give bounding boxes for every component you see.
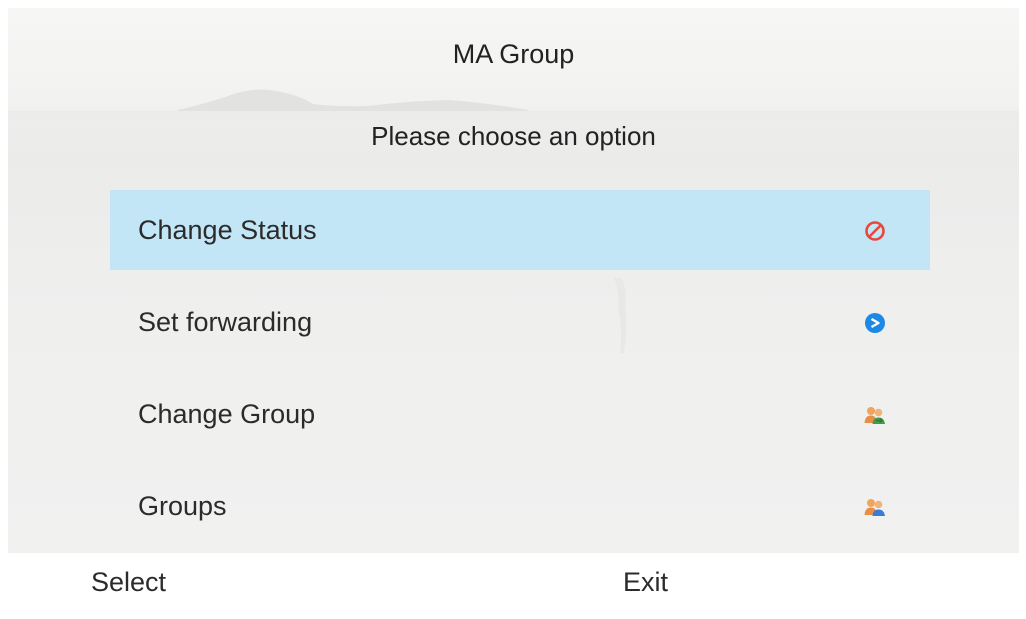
forward-arrow-icon	[863, 311, 887, 335]
exit-softkey[interactable]: Exit	[623, 553, 668, 611]
phone-screen: MA Group Please choose an option Change …	[8, 8, 1019, 611]
menu-item-label: Change Group	[138, 399, 316, 429]
app-title: MA Group	[452, 39, 575, 69]
menu-item-label: Change Status	[138, 215, 317, 245]
menu-item-label: Set forwarding	[138, 307, 313, 337]
select-softkey[interactable]: Select	[91, 553, 166, 611]
groups-icon	[863, 495, 887, 519]
menu-item-change-status[interactable]: Change Status	[110, 190, 930, 270]
prompt-text: Please choose an option	[371, 121, 656, 151]
menu-item-set-forwarding[interactable]: Set forwarding	[110, 282, 930, 362]
do-not-disturb-icon	[863, 219, 887, 243]
group-change-icon	[863, 403, 887, 427]
menu-item-groups[interactable]: Groups	[110, 466, 930, 546]
menu-item-label: Groups	[138, 491, 227, 521]
menu-item-change-group[interactable]: Change Group	[110, 374, 930, 454]
softkey-bar: Select Exit	[8, 553, 1019, 611]
